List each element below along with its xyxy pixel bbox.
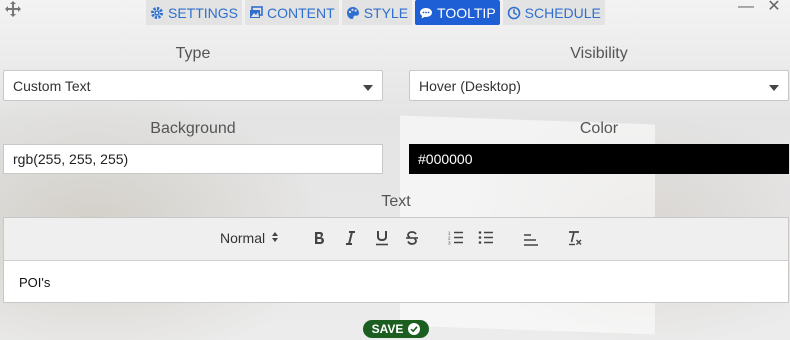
ordered-list-icon[interactable]: 123 [448,230,464,245]
save-button[interactable]: SAVE [363,320,429,338]
type-select-value: Custom Text [13,77,91,94]
bullet-list-icon[interactable] [478,230,494,245]
visibility-select[interactable]: Hover (Desktop) [409,70,789,101]
color-label: Color [579,120,619,137]
visibility-select-value: Hover (Desktop) [419,77,521,94]
tab-settings[interactable]: SETTINGS [146,0,243,25]
palette-icon [346,6,360,20]
bold-icon[interactable] [313,231,325,245]
text-editor: Normal 123 POI's [3,217,789,303]
images-icon [249,5,263,20]
type-select[interactable]: Custom Text [3,70,383,101]
svg-text:3: 3 [448,241,451,246]
tab-settings-label: SETTINGS [168,4,239,21]
editor-toolbar: Normal 123 [4,218,788,261]
check-circle-icon [408,323,421,335]
comment-icon [419,6,433,20]
save-label: SAVE [371,322,404,336]
editor-content[interactable]: POI's [4,261,788,304]
strikethrough-icon[interactable] [405,231,419,245]
tab-schedule-label: SCHEDULE [524,4,601,21]
italic-icon[interactable] [344,231,356,245]
tab-content-label: CONTENT [267,4,335,21]
gear-icon [150,6,164,20]
tab-tooltip[interactable]: TOOLTIP [415,0,500,25]
clear-format-icon[interactable] [567,230,583,246]
tab-tooltip-label: TOOLTIP [437,4,496,21]
align-icon[interactable] [523,232,539,246]
underline-icon[interactable] [375,230,389,246]
type-label: Type [175,45,211,62]
text-label: Text [381,193,411,210]
format-select[interactable]: Normal [220,230,279,246]
tab-bar: SETTINGS CONTENT STYLE TOOLTIP SCHEDULE [146,0,608,25]
tab-style-label: STYLE [363,4,409,21]
clock-icon [507,6,521,20]
caret-down-icon [363,84,373,91]
minimize-button[interactable]: — [737,0,755,16]
background-label: Background [150,120,236,137]
format-select-value: Normal [220,230,266,246]
move-icon[interactable] [4,0,24,20]
close-button[interactable]: ✕ [765,0,783,16]
color-input[interactable]: #000000 [409,144,789,174]
updown-icon [271,230,279,246]
tab-schedule[interactable]: SCHEDULE [502,0,605,25]
tab-style[interactable]: STYLE [341,0,413,25]
caret-down-icon [769,84,779,91]
tab-content[interactable]: CONTENT [245,0,339,25]
visibility-label: Visibility [570,45,628,62]
background-input[interactable]: rgb(255, 255, 255) [3,144,383,174]
